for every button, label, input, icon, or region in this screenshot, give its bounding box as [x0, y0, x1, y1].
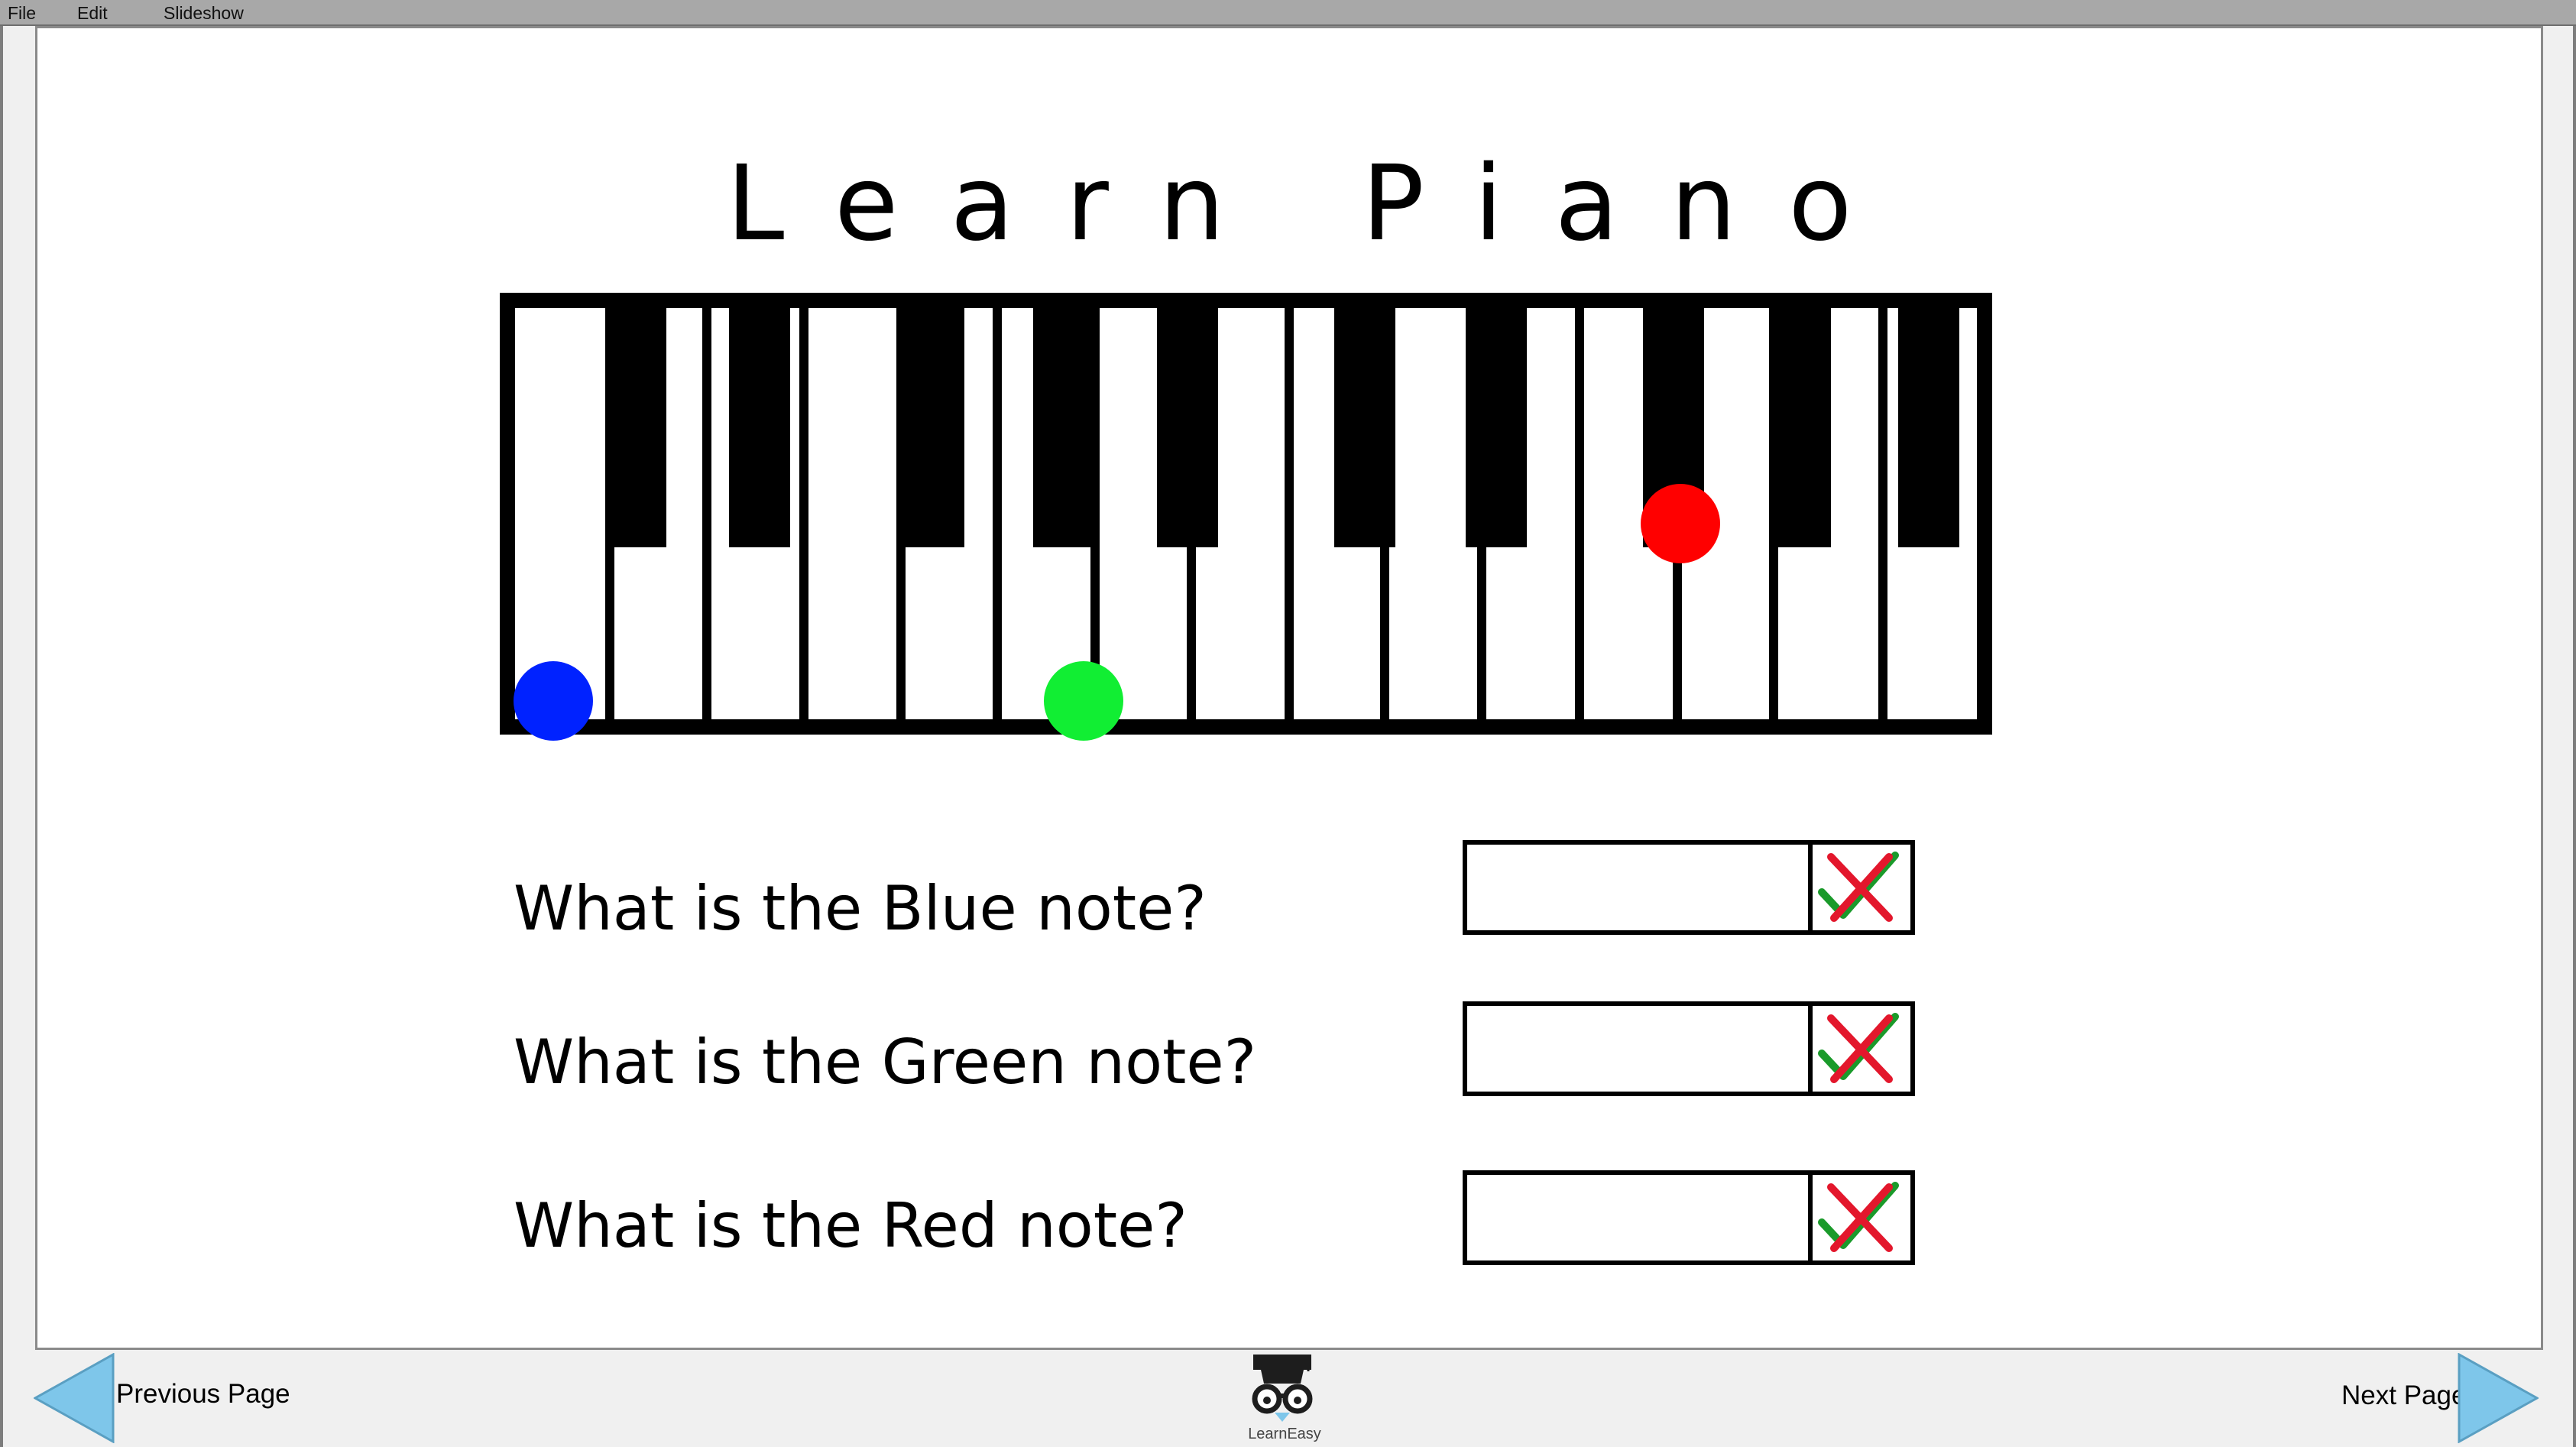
arrow-right-icon [2458, 1353, 2539, 1443]
green-note-marker [1044, 661, 1123, 741]
piano-black-key [1466, 308, 1527, 547]
answer-box-green [1463, 1001, 1915, 1096]
piano-black-key [605, 308, 666, 547]
window-right-edge [2573, 26, 2576, 1447]
menu-edit[interactable]: Edit [77, 2, 108, 24]
piano-black-key [1334, 308, 1395, 547]
check-answer-button-red[interactable] [1813, 1175, 1910, 1260]
previous-page-label: Previous Page [116, 1379, 290, 1409]
piano-black-key [729, 308, 790, 547]
menu-file[interactable]: File [8, 2, 36, 24]
page-title: Learn Piano [726, 144, 1904, 264]
answer-input-blue[interactable] [1467, 845, 1813, 930]
answer-box-red [1463, 1170, 1915, 1265]
next-page-button[interactable]: Next Page [2334, 1353, 2539, 1443]
piano-white-key [515, 308, 605, 719]
check-cross-icon [1818, 1013, 1899, 1083]
arrow-left-icon [34, 1353, 115, 1443]
piano-black-key [1898, 308, 1959, 547]
check-answer-button-blue[interactable] [1813, 845, 1910, 930]
piano-black-key [903, 308, 964, 547]
window-left-edge [0, 26, 3, 1447]
learneasy-logo-icon [1252, 1355, 1313, 1422]
red-note-marker [1641, 484, 1720, 563]
question-blue-note: What is the Blue note? [514, 873, 1207, 944]
check-answer-button-green[interactable] [1813, 1006, 1910, 1092]
piano-black-key [1033, 308, 1094, 547]
piano-white-key [1389, 308, 1477, 719]
check-cross-icon [1818, 1182, 1899, 1252]
piano-keyboard [500, 293, 1992, 741]
piano-white-key [808, 308, 896, 719]
logo-text: LearnEasy [1248, 1426, 1321, 1442]
answer-input-green[interactable] [1467, 1006, 1813, 1092]
question-red-note: What is the Red note? [514, 1190, 1188, 1261]
piano-black-key [1157, 308, 1218, 547]
menu-slideshow[interactable]: Slideshow [164, 2, 244, 24]
check-cross-icon [1818, 852, 1899, 922]
answer-box-blue [1463, 840, 1915, 935]
menu-bar: File Edit Slideshow [0, 0, 2576, 26]
next-page-label: Next Page [2341, 1380, 2467, 1410]
blue-note-marker [514, 661, 593, 741]
question-green-note: What is the Green note? [514, 1027, 1257, 1098]
previous-page-button[interactable]: Previous Page [34, 1353, 290, 1443]
piano-black-key [1770, 308, 1831, 547]
answer-input-red[interactable] [1467, 1175, 1813, 1260]
